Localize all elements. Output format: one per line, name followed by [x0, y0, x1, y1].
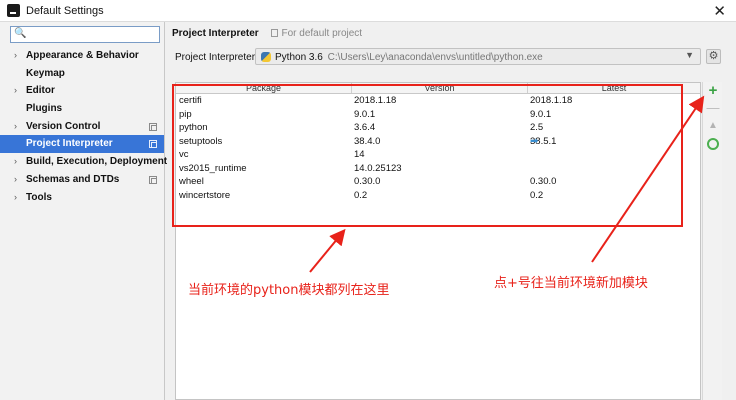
column-header-version[interactable]: Version: [352, 83, 528, 93]
search-input[interactable]: [28, 28, 156, 41]
package-version: 3.6.4: [354, 122, 376, 133]
chevron-right-icon[interactable]: ›: [14, 171, 17, 189]
column-header-package[interactable]: Package: [176, 83, 352, 93]
package-latest: ➡ 38.5.1: [530, 135, 556, 149]
sidebar-item-label: Build, Execution, Deployment: [26, 156, 168, 168]
package-latest: 9.0.1: [530, 108, 551, 122]
settings-tree: › Appearance & Behavior Keymap › Editor Plugi…: [0, 47, 168, 207]
add-package-button[interactable]: +: [703, 82, 723, 100]
package-latest-text: 2.5: [530, 122, 544, 133]
sidebar-item-label: Schemas and DTDs: [26, 173, 120, 185]
package-latest: 0.30.0: [530, 175, 556, 189]
project-scope-icon: [149, 140, 157, 149]
package-name: vs2015_runtime: [179, 162, 247, 174]
package-name: python: [179, 122, 208, 133]
package-latest-text: 0.2: [530, 189, 544, 201]
interpreter-version: Python 3.6: [275, 52, 323, 63]
title-bar: Default Settings ✕: [0, 0, 736, 22]
chevron-right-icon[interactable]: ›: [14, 82, 17, 100]
annotation-add-note: 点+号往当前环境新加模块: [494, 276, 648, 291]
window-title: Default Settings: [26, 5, 104, 17]
gear-icon[interactable]: ⚙: [706, 49, 721, 64]
project-scope-icon: [149, 175, 157, 184]
close-button[interactable]: ✕: [713, 2, 726, 20]
sidebar-item-label: Plugins: [26, 103, 63, 115]
package-latest-text: 0.30.0: [530, 176, 557, 187]
project-scope-icon: [149, 122, 157, 131]
copy-icon: [271, 29, 279, 37]
package-latest-text: 9.0.1: [530, 108, 552, 120]
package-toolbar: + — ▲: [702, 82, 722, 400]
remove-package-button[interactable]: —: [703, 101, 723, 115]
table-row[interactable]: certifi 2018.1.18 2018.1.18: [176, 94, 700, 108]
package-latest: 0.2: [530, 189, 543, 203]
table-row[interactable]: setuptools 38.4.0 ➡ 38.5.1: [176, 135, 700, 149]
sidebar-item-label: Version Control: [26, 120, 101, 132]
table-row[interactable]: pip 9.0.1 9.0.1: [176, 108, 700, 122]
upgrade-package-button[interactable]: ▲: [703, 119, 723, 133]
column-header-latest[interactable]: Latest: [528, 83, 700, 93]
refresh-icon[interactable]: [707, 138, 719, 150]
sidebar-item[interactable]: › Editor: [0, 82, 164, 100]
package-version: 9.0.1: [354, 108, 376, 120]
breadcrumb-subtitle-text: For default project: [281, 28, 363, 39]
package-version: 0.2: [354, 189, 368, 201]
chevron-right-icon[interactable]: ›: [14, 118, 17, 136]
table-row[interactable]: wincertstore 0.2 0.2: [176, 189, 700, 203]
upgrade-arrow-icon: ➡: [530, 135, 539, 147]
chevron-right-icon[interactable]: ›: [14, 153, 17, 171]
sidebar-item-label: Editor: [26, 85, 55, 97]
package-latest-text: 2018.1.18: [530, 95, 573, 106]
table-row[interactable]: vc 14: [176, 148, 700, 162]
package-name: wincertstore: [179, 189, 231, 201]
package-version: 38.4.0: [354, 135, 381, 147]
settings-sidebar: 🔍 › Appearance & Behavior Keymap › Editor Plu…: [0, 22, 168, 400]
pycharm-icon: [7, 4, 20, 17]
chevron-right-icon[interactable]: ›: [14, 47, 17, 65]
table-row[interactable]: wheel 0.30.0 0.30.0: [176, 175, 700, 189]
sidebar-item[interactable]: Project Interpreter: [0, 135, 164, 154]
package-version: 0.30.0: [354, 176, 381, 187]
sidebar-item-label: Keymap: [26, 67, 65, 79]
search-icon: 🔍: [14, 28, 27, 39]
table-header: Package Version Latest: [176, 83, 700, 94]
sidebar-item[interactable]: › Tools: [0, 189, 164, 207]
packages-table: Package Version Latest certifi 2018.1.18 2…: [175, 82, 701, 400]
page-title: Project Interpreter: [172, 28, 259, 39]
sidebar-item-label: Appearance & Behavior: [26, 50, 139, 61]
sidebar-item-label: Tools: [26, 191, 52, 203]
table-row[interactable]: python 3.6.4 2.5: [176, 121, 700, 135]
annotation-packages-note: 当前环境的python模块都列在这里: [188, 283, 390, 298]
sidebar-item[interactable]: › Version Control: [0, 118, 164, 136]
table-row[interactable]: vs2015_runtime 14.0.25123: [176, 162, 700, 176]
chevron-right-icon[interactable]: ›: [14, 189, 17, 207]
sidebar-item[interactable]: › Schemas and DTDs: [0, 171, 164, 189]
breadcrumb: Project Interpreter For default project: [172, 28, 362, 39]
package-name: wheel: [179, 176, 204, 187]
sidebar-item[interactable]: Keymap: [0, 65, 164, 83]
sidebar-item[interactable]: Plugins: [0, 100, 164, 118]
package-name: certifi: [179, 95, 202, 106]
package-name: pip: [179, 108, 192, 120]
interpreter-label: Project Interpreter:: [175, 52, 258, 63]
interpreter-path: C:\Users\Ley\anaconda\envs\untitled\pyth…: [327, 52, 543, 63]
sidebar-item-label: Project Interpreter: [26, 138, 113, 150]
package-version: 2018.1.18: [354, 95, 397, 106]
package-latest: 2018.1.18: [530, 94, 572, 108]
sidebar-item[interactable]: › Appearance & Behavior: [0, 47, 164, 65]
package-name: vc: [179, 149, 189, 160]
table-body: certifi 2018.1.18 2018.1.18 pip 9.0.1 9.0.1 py…: [176, 94, 700, 202]
package-version: 14: [354, 149, 365, 160]
python-icon: [261, 52, 271, 62]
sidebar-item[interactable]: › Build, Execution, Deployment: [0, 153, 168, 171]
package-version: 14.0.25123: [354, 162, 402, 174]
interpreter-value: Python 3.6 C:\Users\Ley\anaconda\envs\un…: [275, 52, 543, 63]
breadcrumb-subtitle: For default project: [271, 28, 362, 39]
package-latest: 2.5: [530, 121, 543, 135]
search-field[interactable]: 🔍: [10, 26, 160, 43]
chevron-down-icon[interactable]: ▼: [685, 50, 694, 60]
package-name: setuptools: [179, 135, 223, 147]
interpreter-select[interactable]: Python 3.6 C:\Users\Ley\anaconda\envs\un…: [255, 48, 701, 65]
